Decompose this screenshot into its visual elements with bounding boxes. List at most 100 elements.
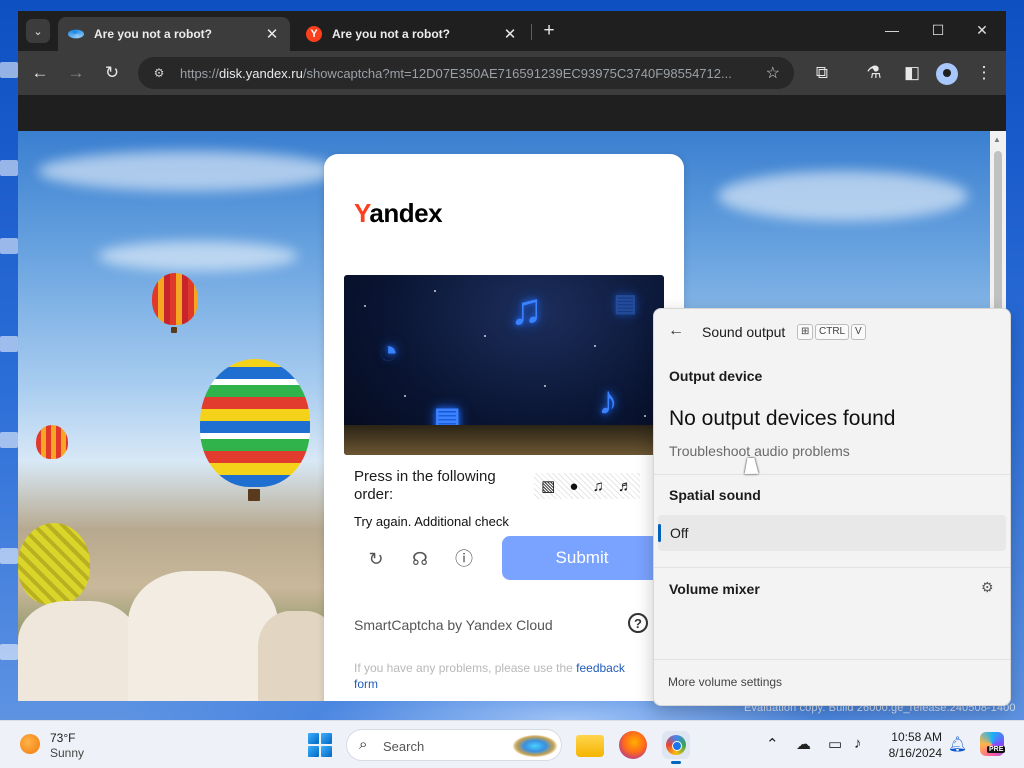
speaker-muted-icon[interactable]: ♪ [854, 735, 862, 752]
star [404, 395, 406, 397]
keyboard-icon: ▧ [541, 478, 556, 495]
file-explorer-icon[interactable] [576, 735, 604, 757]
more-volume-settings-link[interactable]: More volume settings [668, 675, 782, 689]
audio-challenge-button[interactable]: ☊ [407, 546, 433, 572]
info-icon: ⓘ [455, 549, 473, 569]
yandex-disk-icon [65, 28, 87, 40]
refresh-icon: ↻ [368, 549, 384, 569]
divider [654, 659, 1010, 660]
hot-air-balloon [200, 359, 310, 487]
url-text[interactable]: https://disk.yandex.ru/showcaptcha?mt=12… [180, 66, 760, 81]
display-icon[interactable]: ▭ [828, 735, 842, 753]
spatial-sound-option-off[interactable]: Off [658, 515, 1006, 551]
windows-logo-tile [321, 746, 332, 757]
close-window-button[interactable]: ✕ [960, 15, 1004, 45]
new-tab-button[interactable]: + [538, 20, 560, 42]
desktop-icon[interactable] [0, 336, 18, 352]
keyboard-target-faded[interactable]: ▤ [614, 289, 637, 318]
tab-captcha-disk[interactable]: Are you not a robot? ✕ [58, 17, 290, 51]
refresh-button[interactable]: ↻ [363, 546, 389, 572]
info-button[interactable]: ⓘ [451, 546, 477, 572]
hot-air-balloon [152, 273, 198, 325]
star [644, 415, 646, 417]
url-scheme: https:// [180, 65, 220, 81]
output-device-heading: Output device [669, 368, 763, 384]
arrow-left-icon: ← [31, 63, 49, 82]
search-label: Search [383, 739, 425, 754]
minimize-button[interactable]: — [870, 15, 914, 45]
captcha-instruction: Press in the following order: [354, 468, 496, 503]
desktop-icon[interactable] [0, 238, 18, 254]
start-button[interactable] [308, 733, 332, 757]
volume-mixer-heading: Volume mixer [669, 581, 760, 597]
show-hidden-icons-icon[interactable]: ⌃ [766, 735, 779, 753]
reload-button[interactable]: ↻ [98, 59, 126, 87]
forward-button[interactable]: → [62, 59, 90, 87]
captcha-order-sequence: ▧ ● ♫ ♬ [534, 473, 640, 499]
close-tab-icon[interactable]: ✕ [502, 25, 518, 43]
egg-target[interactable]: ◔ [378, 333, 399, 372]
submit-button[interactable]: Submit [502, 536, 662, 580]
single-note-target[interactable]: ♪ [598, 379, 618, 424]
cloud [38, 151, 338, 191]
desktop-icon[interactable] [0, 62, 18, 78]
yandex-icon: Y [306, 26, 322, 42]
troubleshoot-link[interactable]: Troubleshoot audio problems [669, 443, 850, 459]
copilot-icon[interactable]: PRE [980, 732, 1006, 756]
desktop-icon[interactable] [0, 644, 18, 660]
windows-logo-tile [308, 733, 319, 744]
balloon-basket [171, 327, 177, 333]
bookmark-star-icon[interactable]: ☆ [766, 63, 780, 83]
windows-key-icon: ⊞ [797, 324, 814, 340]
music-notes-target[interactable]: ♫ [510, 285, 543, 335]
desktop-icon[interactable] [0, 160, 18, 176]
chrome-logo [666, 735, 686, 755]
clock[interactable]: 10:58 AM 8/16/2024 [884, 729, 942, 761]
captcha-card: Yandex ♫ ▤ ◔ ▤ ♪ Press in the following … [324, 154, 684, 701]
footer-text: If you have any problems, please use the [354, 661, 577, 675]
desktop-icon[interactable] [0, 432, 18, 448]
egg-icon: ● [569, 477, 579, 495]
address-bar[interactable]: ⚙ https://disk.yandex.ru/showcaptcha?mt=… [138, 57, 794, 89]
rock-formation [128, 571, 278, 701]
copilot-pre-badge: PRE [987, 746, 1006, 753]
tab-search-button[interactable]: ⌄ [26, 19, 50, 43]
maximize-button[interactable]: ☐ [916, 15, 960, 45]
tab-title: Are you not a robot? [94, 27, 212, 41]
site-info-icon[interactable]: ⚙ [148, 66, 170, 80]
scroll-up-icon[interactable]: ▲ [993, 135, 1001, 144]
firefox-icon[interactable] [619, 731, 647, 759]
star [484, 335, 486, 337]
spatial-option-label: Off [670, 525, 689, 541]
captcha-status: Try again. Additional check [354, 514, 509, 529]
captcha-image[interactable]: ♫ ▤ ◔ ▤ ♪ [344, 275, 664, 455]
cloud [718, 171, 968, 221]
side-panel-button[interactable]: ◧ [898, 59, 926, 87]
sound-output-flyout: ← Sound output ⊞ CTRL V Output device No… [653, 308, 1011, 706]
desktop-icon[interactable] [0, 548, 18, 564]
chrome-icon[interactable] [662, 731, 690, 764]
scrollbar-thumb[interactable] [994, 151, 1002, 311]
extensions-button[interactable]: ⧉ [808, 59, 836, 87]
headphones-icon: ☊ [412, 549, 428, 569]
person-icon [943, 69, 951, 77]
captcha-image-ground [344, 425, 664, 455]
network-offline-icon[interactable]: ☁ [796, 735, 811, 753]
notification-bell-icon[interactable]: 🔔︎ [948, 735, 967, 753]
back-button[interactable]: ← [26, 59, 54, 87]
taskbar-search-box[interactable]: ⌕ Search [346, 729, 562, 761]
tab-captcha-yandex[interactable]: Y Are you not a robot? ✕ [296, 17, 528, 51]
close-tab-icon[interactable]: ✕ [264, 25, 280, 43]
search-icon: ⌕ [359, 736, 368, 753]
profile-avatar[interactable] [936, 63, 958, 85]
weather-widget[interactable]: 73°F Sunny [12, 729, 152, 761]
back-arrow-icon[interactable]: ← [668, 322, 684, 340]
help-icon[interactable]: ? [628, 613, 648, 633]
url-host: disk.yandex.ru [219, 65, 303, 81]
gear-icon[interactable]: ⚙ [981, 579, 994, 596]
no-devices-message: No output devices found [669, 407, 896, 430]
menu-button[interactable]: ⋮ [970, 59, 998, 87]
selected-indicator [658, 524, 661, 542]
hot-air-balloon [36, 425, 68, 459]
labs-button[interactable]: ⚗ [860, 59, 888, 87]
